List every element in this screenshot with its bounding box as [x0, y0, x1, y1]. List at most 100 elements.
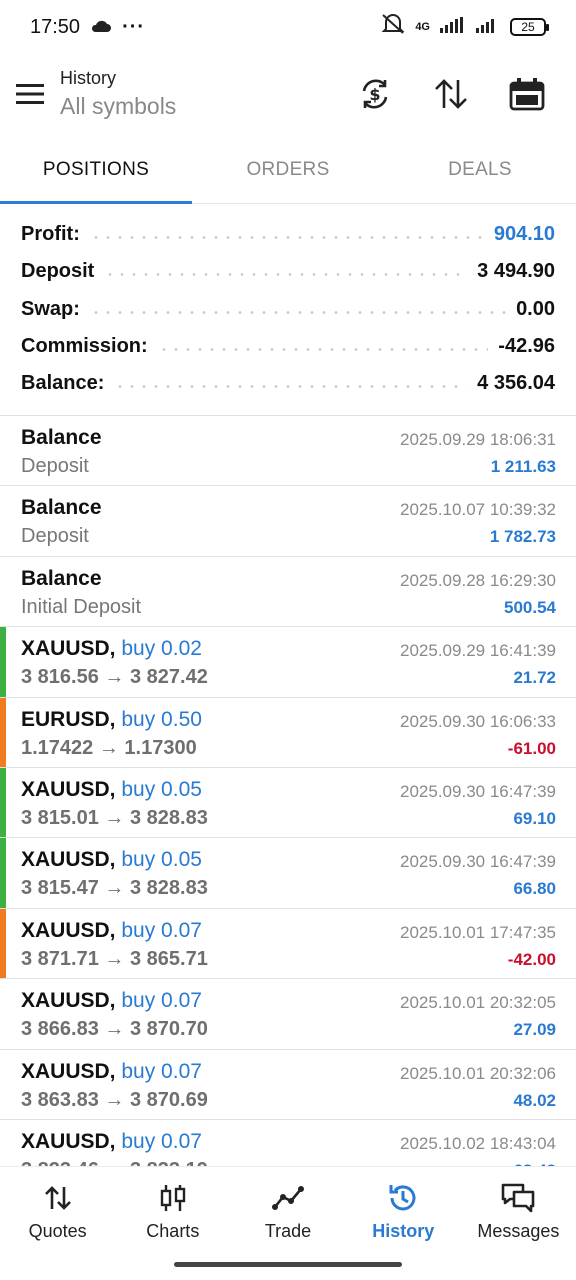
tab-orders[interactable]: ORDERS: [192, 136, 384, 203]
row-symbol: XAUUSD,: [21, 918, 116, 942]
symbol-filter: All symbols: [60, 93, 177, 119]
row-prices: 3 863.83 → 3 870.69: [21, 1088, 208, 1111]
sort-icon: [435, 79, 467, 109]
row-amount: -42.00: [507, 949, 556, 969]
row-prices: 1.17422 → 1.17300: [21, 736, 197, 759]
nav-quotes[interactable]: Quotes: [0, 1167, 115, 1256]
nav-history-label: History: [372, 1221, 435, 1241]
row-time: 2025.09.29 18:06:31: [400, 430, 556, 449]
row-prices: 3 815.47 → 3 828.83: [21, 877, 208, 900]
row-time: 2025.10.01 20:32:05: [400, 993, 556, 1013]
row-status-bar: [0, 908, 6, 979]
title-block[interactable]: History All symbols: [60, 68, 176, 120]
tab-positions[interactable]: POSITIONS: [0, 136, 192, 204]
row-side: buy 0.05: [121, 777, 202, 801]
row-time: 2025.09.30 16:06:33: [400, 711, 556, 731]
row-subtitle: Deposit: [21, 455, 89, 477]
network-label: 4G: [415, 21, 430, 33]
row-symbol: XAUUSD,: [21, 777, 116, 801]
nav-messages[interactable]: Messages: [461, 1167, 576, 1256]
row-symbol: XAUUSD,: [21, 989, 116, 1013]
mute-icon: [381, 13, 405, 41]
calendar-button[interactable]: [496, 64, 558, 124]
row-symbol-line: EURUSD, buy 0.50: [21, 708, 202, 732]
summary-deposit: Deposit 3 494.90: [21, 253, 555, 290]
row-prices: 3 871.71 → 3 865.71: [21, 947, 208, 970]
home-indicator[interactable]: [174, 1262, 402, 1267]
nav-quotes-label: Quotes: [28, 1221, 87, 1241]
row-title: Balance: [21, 496, 102, 520]
messages-icon: [500, 1181, 536, 1215]
summary-commission: Commission: -42.96: [21, 328, 555, 365]
signal-icon: [440, 16, 466, 39]
row-side: buy 0.07: [121, 989, 202, 1013]
position-row[interactable]: XAUUSD, buy 0.02 3 816.56 → 3 827.42 2025.…: [0, 627, 576, 698]
tab-deals[interactable]: DEALS: [384, 136, 576, 203]
summary-panel: Profit: 904.10 Deposit 3 494.90 Swap: 0.…: [0, 216, 576, 402]
cloud-icon: [90, 16, 112, 39]
row-time: 2025.10.01 17:47:35: [400, 922, 556, 942]
row-status-bar: [0, 767, 6, 838]
battery-icon: 25: [510, 18, 549, 36]
row-side: buy 0.07: [121, 1059, 202, 1083]
row-symbol-line: XAUUSD, buy 0.07: [21, 1060, 202, 1084]
toolbar: History All symbols $: [0, 54, 576, 134]
balance-row[interactable]: Balance Initial Deposit 2025.09.28 16:29:3…: [0, 557, 576, 628]
row-time: 2025.09.30 16:47:39: [400, 781, 556, 801]
more-dots-icon: ···: [122, 15, 146, 38]
tab-bar: POSITIONS ORDERS DEALS: [0, 136, 576, 204]
row-amount: 500.54: [504, 597, 556, 617]
position-row[interactable]: XAUUSD, buy 0.05 3 815.01 → 3 828.83 2025.…: [0, 767, 576, 839]
row-symbol: XAUUSD,: [21, 1129, 116, 1153]
row-amount: 66.80: [513, 879, 556, 899]
row-amount: 48.02: [513, 1090, 556, 1110]
menu-button[interactable]: [0, 64, 60, 124]
nav-charts[interactable]: Charts: [115, 1167, 230, 1256]
balance-label: Balance:: [21, 372, 105, 395]
row-subtitle: Deposit: [21, 525, 89, 548]
commission-label: Commission:: [21, 335, 148, 358]
balance-row[interactable]: Balance Deposit 2025.10.07 10:39:32 1 782.7…: [0, 486, 576, 557]
row-time: 2025.10.01 20:32:06: [400, 1063, 556, 1083]
dot-leader: [114, 385, 468, 389]
row-symbol-line: XAUUSD, buy 0.05: [21, 848, 202, 872]
position-row[interactable]: XAUUSD, buy 0.07 3 871.71 → 3 865.71 2025.…: [0, 908, 576, 980]
position-row[interactable]: XAUUSD, buy 0.07 3 866.83 → 3 870.70 2025.…: [0, 979, 576, 1050]
swap-label: Swap:: [21, 297, 80, 320]
nav-trade[interactable]: Trade: [230, 1167, 345, 1256]
nav-history[interactable]: History: [346, 1167, 461, 1256]
charts-icon: [159, 1181, 187, 1215]
nav-messages-label: Messages: [477, 1221, 560, 1241]
position-row[interactable]: XAUUSD, buy 0.07 3 863.83 → 3 870.69 2025.…: [0, 1050, 576, 1120]
dot-leader: [89, 310, 507, 314]
balance-value: 4 356.04: [477, 372, 555, 395]
row-title: Balance: [21, 566, 102, 590]
balance-row[interactable]: Balance Deposit 2025.09.29 18:06:31 1 211.6…: [0, 416, 576, 487]
currency-refresh-icon: $: [362, 79, 388, 109]
summary-profit: Profit: 904.10: [21, 216, 555, 253]
row-title: Balance: [21, 426, 102, 449]
row-amount: 27.09: [513, 1020, 556, 1040]
dot-leader: [89, 236, 484, 240]
row-status-bar: [0, 627, 6, 697]
history-list[interactable]: Balance Deposit 2025.09.29 18:06:31 1 211.6…: [0, 416, 576, 1166]
profit-label: Profit:: [21, 223, 80, 246]
row-symbol: XAUUSD,: [21, 848, 116, 872]
row-amount: -61.00: [507, 738, 556, 758]
row-status-bar: [0, 838, 6, 908]
row-amount: 1 782.73: [489, 527, 556, 547]
row-prices: 3 815.01 → 3 828.83: [21, 806, 208, 829]
row-side: buy 0.07: [121, 918, 202, 942]
row-symbol-line: XAUUSD, buy 0.02: [21, 637, 202, 661]
commission-value: -42.96: [498, 335, 555, 358]
position-row[interactable]: XAUUSD, buy 0.05 3 815.47 → 3 828.83 2025.…: [0, 838, 576, 909]
bottom-navigation: Quotes Charts Trade History Messages: [0, 1166, 576, 1256]
position-row[interactable]: EURUSD, buy 0.50 1.17422 → 1.17300 2025.09…: [0, 697, 576, 768]
row-side: buy 0.05: [121, 848, 202, 872]
row-time: 2025.10.02 18:43:04: [400, 1133, 556, 1153]
sort-button[interactable]: [420, 64, 482, 124]
dot-leader: [104, 273, 468, 277]
position-row[interactable]: XAUUSD, buy 0.07 3 823.46 → 3 833.19 2025.…: [0, 1120, 576, 1166]
deposit-label: Deposit: [21, 260, 95, 283]
currency-refresh-button[interactable]: $: [344, 64, 406, 124]
